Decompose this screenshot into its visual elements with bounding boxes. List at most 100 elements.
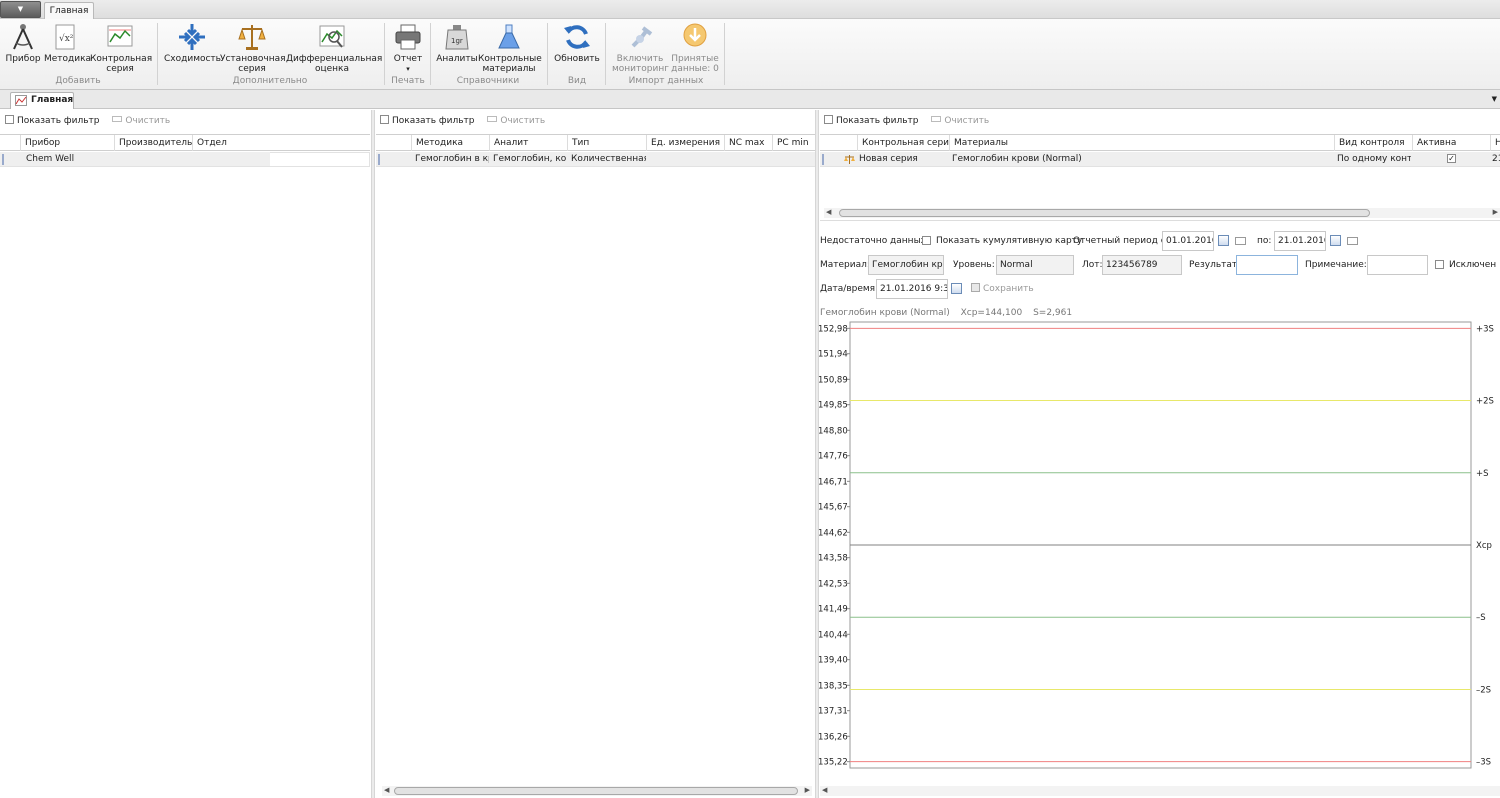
column-header[interactable]: Активна xyxy=(1412,135,1490,151)
control-line-label: +3S xyxy=(1476,324,1494,334)
column-header[interactable]: Ед. измерения xyxy=(646,135,724,151)
column-header[interactable]: Производитель xyxy=(114,135,192,151)
note-label: Примечание: xyxy=(1305,260,1367,270)
calendar-icon[interactable] xyxy=(1218,235,1229,246)
document-tab-strip: Главная ▼ xyxy=(0,90,1500,109)
chart-material: Гемоглобин крови (Normal) xyxy=(820,308,950,318)
column-header[interactable]: Методика xyxy=(411,135,489,151)
insufficient-data-label: Недостаточно данных xyxy=(820,236,926,246)
refresh-button[interactable]: Обновить xyxy=(553,22,601,64)
add-instrument-button[interactable]: Прибор xyxy=(4,22,42,64)
chart-icon xyxy=(15,95,27,106)
chart-magnifier-icon xyxy=(319,25,345,48)
table-row[interactable]: Chem Well xyxy=(0,152,270,167)
column-header[interactable]: Н xyxy=(1490,135,1500,151)
column-header[interactable]: Вид контроля xyxy=(1334,135,1412,151)
received-data-button[interactable]: Принятые данные: 0 xyxy=(670,22,720,74)
material-field: Гемоглобин кро xyxy=(868,255,944,275)
column-header[interactable]: NC max xyxy=(724,135,772,151)
table-cell: По одному контр xyxy=(1337,154,1411,164)
scroll-right-icon[interactable]: ▶ xyxy=(1493,208,1498,216)
flask-icon xyxy=(498,24,520,49)
table-cell: Гемоглобин в кр xyxy=(415,154,489,164)
panel-splitter[interactable] xyxy=(371,110,375,798)
add-method-button[interactable]: √x² Методика xyxy=(44,22,91,64)
scroll-left-icon[interactable]: ◀ xyxy=(822,786,827,794)
methods-grid-header: Методика Аналит Тип Ед. измерения NC max… xyxy=(376,134,815,151)
formula-icon: √x² xyxy=(55,24,75,50)
series-grid-header: Контрольная серия Материалы Вид контроля… xyxy=(820,134,1500,151)
compass-icon xyxy=(13,24,33,50)
differential-assessment-button[interactable]: Дифференциальная оценка xyxy=(286,22,382,74)
datetime-input[interactable]: 21.01.2016 9:33 xyxy=(876,279,948,299)
series-horizontal-scrollbar[interactable]: ◀ ▶ xyxy=(824,208,1500,218)
control-materials-button[interactable]: Контрольные материалы xyxy=(478,22,542,74)
clear-filter-button[interactable]: Очистить xyxy=(487,116,545,126)
cumulative-chart-checkbox[interactable] xyxy=(922,236,931,245)
calendar-icon[interactable] xyxy=(951,283,962,294)
column-header[interactable]: Прибор xyxy=(20,135,114,151)
add-control-series-button[interactable]: Контрольная серия xyxy=(90,22,152,74)
active-checkbox[interactable] xyxy=(1447,154,1456,163)
svg-text:1gr: 1gr xyxy=(451,37,463,45)
result-input[interactable] xyxy=(1236,255,1298,275)
chart-caption: Гемоглобин крови (Normal) Xср=144,100 S=… xyxy=(820,308,1080,318)
ribbon-tab-home[interactable]: Главная xyxy=(44,2,94,20)
setup-series-button[interactable]: Установочная серия xyxy=(220,22,286,74)
divider xyxy=(820,220,1500,221)
application-menu-button[interactable]: ▼ xyxy=(0,1,41,18)
result-label: Результат: xyxy=(1189,260,1241,270)
exclude-checkbox[interactable] xyxy=(1435,260,1444,269)
period-from-input[interactable]: 01.01.2016 xyxy=(1162,231,1214,251)
instruments-panel: Показать фильтр Очистить Прибор Производ… xyxy=(0,110,370,798)
y-tick-label: 135,22 xyxy=(818,758,848,768)
scroll-left-icon[interactable]: ◀ xyxy=(384,786,389,794)
methods-horizontal-scrollbar[interactable]: ◀ ▶ xyxy=(382,786,812,796)
clear-filter-button[interactable]: Очистить xyxy=(112,116,170,126)
tab-list-dropdown-icon[interactable]: ▼ xyxy=(1492,95,1497,103)
scroll-left-icon[interactable]: ◀ xyxy=(826,208,831,216)
table-row[interactable]: Гемоглобин в кр Гемоглобин, конц Количес… xyxy=(376,152,815,167)
note-input[interactable] xyxy=(1367,255,1428,275)
column-header[interactable]: Контрольная серия xyxy=(857,135,949,151)
scrollbar-thumb[interactable] xyxy=(839,209,1370,217)
control-line-label: –3S xyxy=(1476,758,1491,768)
refresh-icon xyxy=(564,25,590,49)
control-line-label: Xср xyxy=(1476,541,1492,551)
save-button[interactable]: Сохранить xyxy=(971,283,1034,295)
period-to-input[interactable]: 21.01.2016 xyxy=(1274,231,1326,251)
calendar-icon[interactable] xyxy=(1330,235,1341,246)
ribbon-separator xyxy=(724,23,725,85)
table-row[interactable]: Новая серия Гемоглобин крови (Normal) По… xyxy=(820,152,1500,167)
report-button[interactable]: Отчет ▾ xyxy=(390,22,426,74)
column-header[interactable]: Аналит xyxy=(489,135,567,151)
document-tab-home[interactable]: Главная xyxy=(10,92,74,109)
period-to-toggle[interactable] xyxy=(1347,237,1358,245)
y-tick-label: 142,53 xyxy=(818,579,848,589)
scrollbar-thumb[interactable] xyxy=(394,787,798,795)
clear-icon xyxy=(487,116,498,122)
save-icon xyxy=(971,283,980,292)
scroll-right-icon[interactable]: ▶ xyxy=(805,786,810,794)
convergence-button[interactable]: Сходимость xyxy=(164,22,221,64)
chart-sd: S=2,961 xyxy=(1033,308,1073,318)
chart-icon xyxy=(107,25,133,47)
column-header[interactable]: PC min xyxy=(772,135,815,151)
ribbon: Прибор √x² Методика Контрольная серия До… xyxy=(0,19,1500,90)
show-filter-checkbox[interactable] xyxy=(824,115,833,124)
ribbon-separator xyxy=(605,23,606,85)
y-tick-label: 148,80 xyxy=(818,426,848,436)
period-from-toggle[interactable] xyxy=(1235,237,1246,245)
show-filter-checkbox[interactable] xyxy=(5,115,14,124)
column-header[interactable]: Тип xyxy=(567,135,646,151)
enable-monitoring-button[interactable]: Включить мониторинг xyxy=(612,22,669,74)
column-header[interactable]: Отдел xyxy=(192,135,270,151)
y-tick-label: 144,62 xyxy=(818,528,848,538)
show-filter-checkbox[interactable] xyxy=(380,115,389,124)
analytes-button[interactable]: 1gr Аналиты xyxy=(436,22,478,64)
clear-filter-button[interactable]: Очистить xyxy=(931,116,989,126)
column-header[interactable]: Материалы xyxy=(949,135,1334,151)
y-tick-label: 151,94 xyxy=(818,350,848,360)
chart-horizontal-scrollbar[interactable]: ◀ xyxy=(820,786,1500,796)
show-filter-label: Показать фильтр xyxy=(17,116,100,126)
